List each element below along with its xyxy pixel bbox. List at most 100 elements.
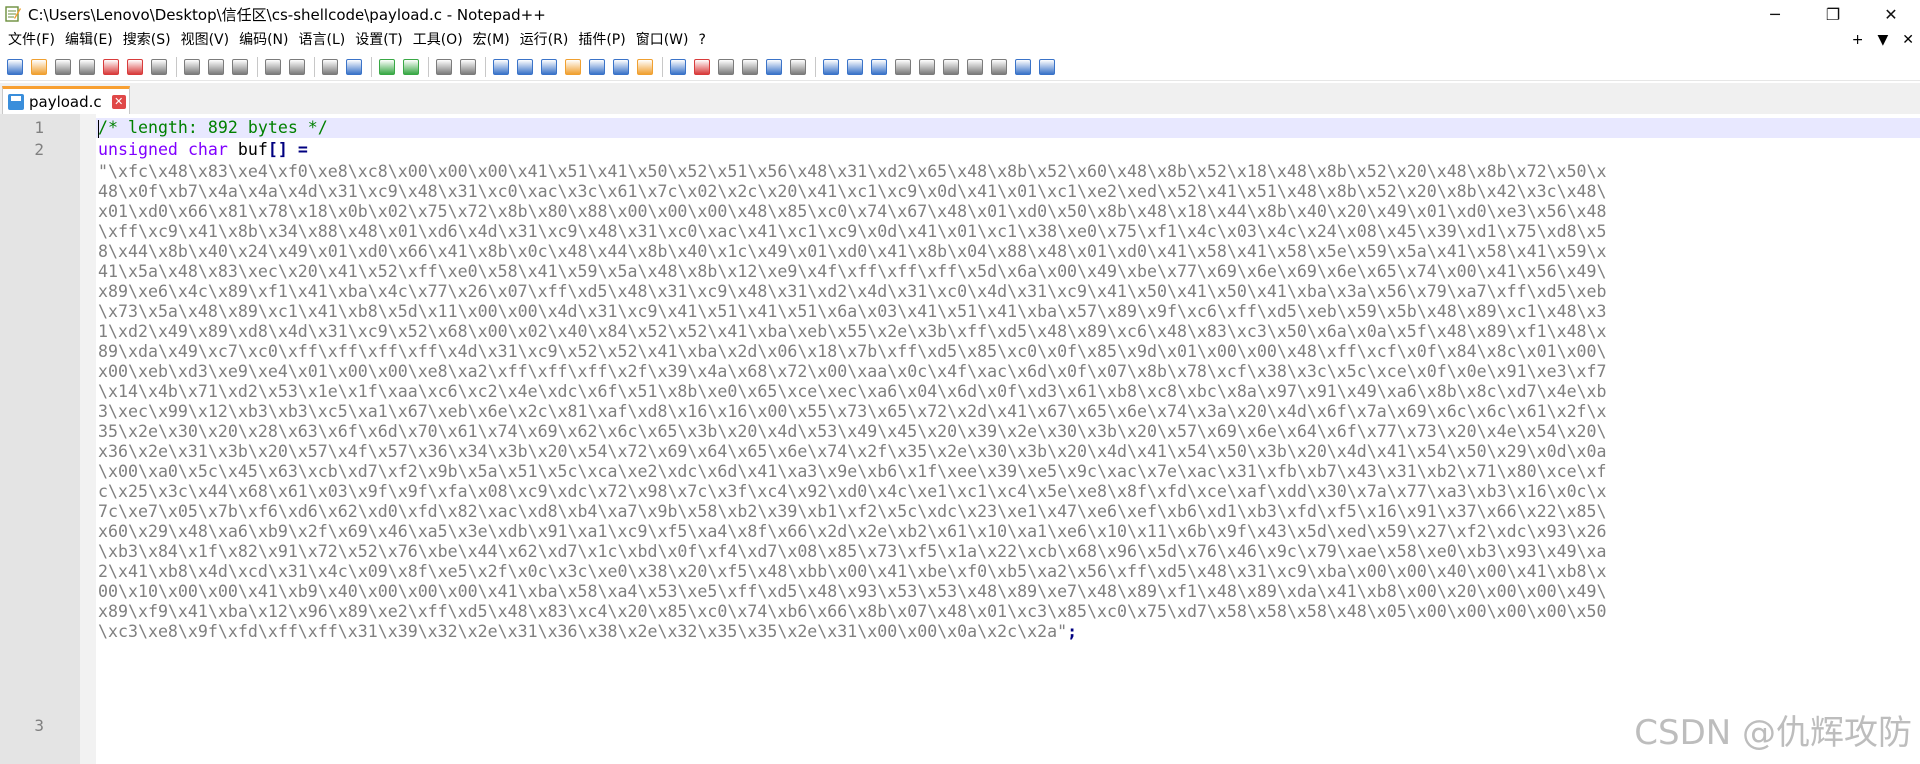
monitor-icon[interactable]: [667, 56, 689, 78]
sync-v-icon[interactable]: [433, 56, 455, 78]
menu-run[interactable]: 运行(R): [515, 29, 574, 51]
string-literal: "\xfc\x48\x83\xe4\xf0\xe8\xc8\x00\x00\x0…: [98, 162, 1607, 181]
plugin-8-icon[interactable]: [988, 56, 1010, 78]
function-list-icon[interactable]: [610, 56, 632, 78]
menu-search[interactable]: 搜索(S): [118, 29, 176, 51]
wrapped-code-line: 00\x10\x00\x00\x41\xb9\x40\x00\x00\x00\x…: [98, 582, 1607, 602]
redo-icon[interactable]: [286, 56, 308, 78]
wrapped-code-line: x36\x2e\x31\x3b\x20\x57\x4f\x57\x36\x34\…: [98, 442, 1607, 462]
plugin-4-icon[interactable]: [892, 56, 914, 78]
tab-list-button[interactable]: ▼: [1877, 32, 1888, 48]
string-literal: 2\x41\xb8\x4d\xcd\x31\x4c\x09\x8f\xe5\x2…: [98, 562, 1607, 581]
window-title: C:\Users\Lenovo\Desktop\信任区\cs-shellcode…: [28, 5, 546, 24]
save-all-icon[interactable]: [76, 56, 98, 78]
string-literal: x01\xd0\x66\x81\x78\x18\x0b\x02\x75\x72\…: [98, 202, 1607, 221]
menu-edit[interactable]: 编辑(E): [60, 29, 118, 51]
line-number: 1: [34, 118, 44, 137]
menu-bar: 文件(F) 编辑(E) 搜索(S) 视图(V) 编码(N) 语言(L) 设置(T…: [0, 29, 1920, 51]
plugin-5-icon[interactable]: [916, 56, 938, 78]
replace-icon[interactable]: [343, 56, 365, 78]
find-icon[interactable]: [319, 56, 341, 78]
wrapped-code-line: x01\xd0\x66\x81\x78\x18\x0b\x02\x75\x72\…: [98, 202, 1607, 222]
menu-settings[interactable]: 设置(T): [350, 29, 407, 51]
plugin-9-icon[interactable]: [1012, 56, 1034, 78]
code-line-2: unsigned char buf[] =: [98, 140, 308, 160]
folder-workspace-icon[interactable]: [634, 56, 656, 78]
print-icon[interactable]: [148, 56, 170, 78]
stop-macro-icon[interactable]: [715, 56, 737, 78]
string-literal: \x73\x5a\x48\x89\xc1\x41\xb8\x5d\x11\x00…: [98, 302, 1607, 321]
wrapped-code-line: \xb3\x84\x1f\x82\x91\x72\x52\x76\xbe\x44…: [98, 542, 1607, 562]
copy-icon[interactable]: [205, 56, 227, 78]
current-line-highlight: [96, 118, 1920, 138]
menu-help[interactable]: ?: [694, 29, 711, 51]
toolbar-separator: [371, 56, 372, 77]
notepad-plus-plus-icon: [4, 5, 22, 23]
string-literal: c\x25\x3c\x44\x68\x61\x03\x9f\x9f\xfa\x0…: [98, 482, 1607, 501]
tab-label: payload.c: [29, 92, 102, 111]
line-number: 2: [34, 140, 44, 159]
string-literal: \x00\xa0\x5c\x45\x63\xcb\xd7\xf2\x9b\x5a…: [98, 462, 1607, 481]
line-number: 3: [34, 716, 44, 735]
window-controls: ─ ❐ ✕: [1746, 0, 1920, 28]
wrapped-code-line: \x00\xa0\x5c\x45\x63\xcb\xd7\xf2\x9b\x5a…: [98, 462, 1607, 482]
open-file-icon[interactable]: [28, 56, 50, 78]
menu-tools[interactable]: 工具(O): [408, 29, 468, 51]
zoom-out-icon[interactable]: [400, 56, 422, 78]
text-caret: [98, 120, 99, 138]
close-document-button[interactable]: ✕: [1902, 32, 1914, 48]
wrapped-code-line: 89\xda\x49\xc7\xc0\xff\xff\xff\xff\x4d\x…: [98, 342, 1607, 362]
doc-map-icon[interactable]: [586, 56, 608, 78]
save-macro-icon[interactable]: [787, 56, 809, 78]
close-window-button[interactable]: ✕: [1862, 0, 1920, 28]
string-literal: 3\xec\x99\x12\xb3\xb3\xc5\xa1\x67\xeb\x6…: [98, 402, 1607, 421]
run-macro-multiple-icon[interactable]: [763, 56, 785, 78]
close-all-icon[interactable]: [124, 56, 146, 78]
menu-macro[interactable]: 宏(M): [468, 29, 515, 51]
new-tab-button[interactable]: +: [1852, 32, 1864, 48]
wrapped-code-line: 3\xec\x99\x12\xb3\xb3\xc5\xa1\x67\xeb\x6…: [98, 402, 1607, 422]
play-macro-icon[interactable]: [739, 56, 761, 78]
close-icon[interactable]: [100, 56, 122, 78]
menu-file[interactable]: 文件(F): [0, 29, 60, 51]
menu-language[interactable]: 语言(L): [294, 29, 351, 51]
maximize-button[interactable]: ❐: [1804, 0, 1862, 28]
plugin-7-icon[interactable]: [964, 56, 986, 78]
menu-plugins[interactable]: 插件(P): [573, 29, 630, 51]
cut-icon[interactable]: [181, 56, 203, 78]
tab-payload-c[interactable]: payload.c ✕: [2, 86, 130, 114]
string-literal: 7c\xe7\x05\x7b\xf6\xd6\x62\xd0\xfd\x82\x…: [98, 502, 1607, 521]
record-macro-icon[interactable]: [691, 56, 713, 78]
udl-icon[interactable]: [562, 56, 584, 78]
fold-margin[interactable]: [80, 114, 96, 764]
menu-view[interactable]: 视图(V): [176, 29, 235, 51]
string-literal: x00\xeb\xd3\xe9\xe4\x01\x00\x00\xe8\xa2\…: [98, 362, 1607, 381]
toolbar-separator: [176, 56, 177, 77]
paste-icon[interactable]: [229, 56, 251, 78]
string-literal: \xb3\x84\x1f\x82\x91\x72\x52\x76\xbe\x44…: [98, 542, 1607, 561]
word-wrap-icon[interactable]: [490, 56, 512, 78]
plugin-10-icon[interactable]: [1036, 56, 1058, 78]
string-literal: 48\x0f\xb7\x4a\x4a\x4d\x31\xc9\x48\x31\x…: [98, 182, 1607, 201]
sync-h-icon[interactable]: [457, 56, 479, 78]
string-literal: \xc3\xe8\x9f\xfd\xff\xff\x31\x39\x32\x2e…: [98, 622, 1068, 641]
minimize-button[interactable]: ─: [1746, 0, 1804, 28]
zoom-in-icon[interactable]: [376, 56, 398, 78]
undo-icon[interactable]: [262, 56, 284, 78]
save-icon[interactable]: [52, 56, 74, 78]
editor-area[interactable]: 1 2 3 /* length: 892 bytes */ unsigned c…: [0, 114, 1920, 764]
show-all-chars-icon[interactable]: [514, 56, 536, 78]
keyword-char: char: [187, 140, 228, 159]
menu-encoding[interactable]: 编码(N): [234, 29, 293, 51]
tab-close-button[interactable]: ✕: [111, 94, 126, 109]
plugin-1-icon[interactable]: [820, 56, 842, 78]
plugin-2-icon[interactable]: [844, 56, 866, 78]
wrapped-code-line: \xc3\xe8\x9f\xfd\xff\xff\x31\x39\x32\x2e…: [98, 622, 1077, 642]
menu-window[interactable]: 窗口(W): [631, 29, 694, 51]
plugin-6-icon[interactable]: [940, 56, 962, 78]
wrapped-code-line: 7c\xe7\x05\x7b\xf6\xd6\x62\xd0\xfd\x82\x…: [98, 502, 1607, 522]
new-file-icon[interactable]: [4, 56, 26, 78]
plugin-3-icon[interactable]: [868, 56, 890, 78]
indent-guide-icon[interactable]: [538, 56, 560, 78]
wrapped-code-line: \x73\x5a\x48\x89\xc1\x41\xb8\x5d\x11\x00…: [98, 302, 1607, 322]
